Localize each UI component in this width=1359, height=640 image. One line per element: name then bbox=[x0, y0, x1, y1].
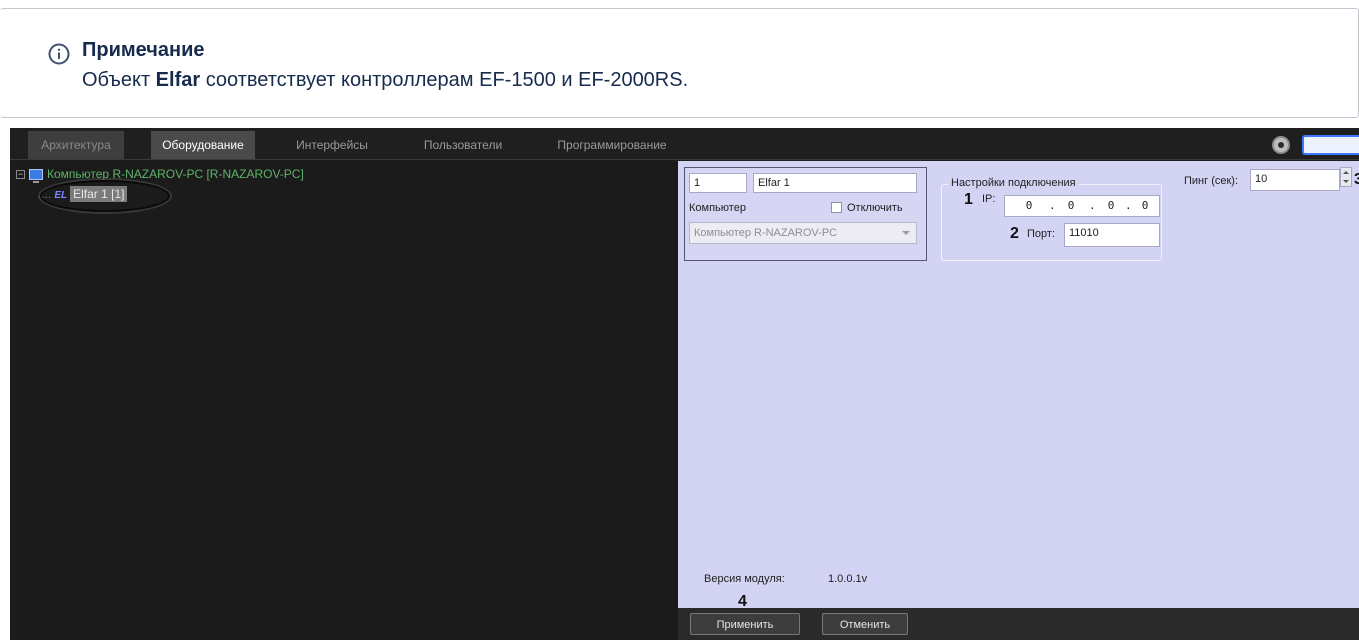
chevron-down-icon bbox=[902, 231, 910, 235]
computer-select[interactable]: Компьютер R-NAZAROV-PC bbox=[689, 222, 917, 244]
info-icon bbox=[48, 43, 70, 65]
settings-panel: 1 Elfar 1 Компьютер Отключить Компьютер … bbox=[678, 161, 1359, 640]
disable-label: Отключить bbox=[847, 202, 903, 214]
tab-interfaces[interactable]: Интерфейсы bbox=[282, 131, 382, 159]
tab-equipment[interactable]: Оборудование bbox=[151, 131, 255, 159]
tab-programming[interactable]: Программирование bbox=[546, 131, 678, 159]
collapse-icon[interactable]: − bbox=[16, 170, 25, 180]
app-window: Архитектура Оборудование Интерфейсы Поль… bbox=[10, 128, 1359, 640]
ip-octet-3[interactable]: 0 bbox=[1101, 199, 1121, 212]
computer-label: Компьютер bbox=[689, 202, 746, 214]
port-field[interactable]: 11010 bbox=[1064, 223, 1160, 247]
ip-dot-2: . bbox=[1089, 199, 1096, 212]
tab-bar: Архитектура Оборудование Интерфейсы Поль… bbox=[10, 128, 1359, 160]
note-text-bold: Elfar bbox=[155, 69, 201, 91]
settings-icon[interactable] bbox=[1272, 136, 1290, 154]
ip-label: IP: bbox=[982, 193, 996, 205]
ip-dot-1: . bbox=[1049, 199, 1056, 212]
ping-stepper[interactable] bbox=[1340, 167, 1352, 187]
tab-users[interactable]: Пользователи bbox=[408, 131, 518, 159]
note-text-suffix: соответствует контроллерам EF-1500 и EF-… bbox=[200, 69, 689, 91]
object-tree: − Компьютер R-NAZAROV-PC [R-NAZAROV-PC] .… bbox=[10, 161, 678, 640]
cancel-button[interactable]: Отменить bbox=[822, 613, 908, 635]
computer-icon bbox=[29, 169, 43, 184]
callout-4: 4 bbox=[738, 593, 747, 610]
object-id-field[interactable]: 1 bbox=[689, 173, 747, 193]
search-input[interactable] bbox=[1302, 135, 1359, 155]
ip-octet-1[interactable]: 0 bbox=[1019, 199, 1039, 212]
ip-octet-2[interactable]: 0 bbox=[1061, 199, 1081, 212]
disable-checkbox[interactable] bbox=[831, 202, 842, 213]
note-box: Примечание Объект Elfar соответствует ко… bbox=[0, 8, 1359, 118]
callout-3: 3 bbox=[1354, 171, 1359, 188]
note-title: Примечание bbox=[82, 39, 205, 61]
callout-2: 2 bbox=[1010, 225, 1019, 242]
version-value: 1.0.0.1v bbox=[828, 573, 868, 585]
highlight-ellipse bbox=[40, 180, 170, 212]
ip-octet-4[interactable]: 0 bbox=[1135, 199, 1155, 212]
version-label: Версия модуля: bbox=[704, 573, 785, 585]
ping-field[interactable]: 10 bbox=[1250, 169, 1340, 191]
computer-select-value: Компьютер R-NAZAROV-PC bbox=[694, 227, 838, 239]
object-group: 1 Elfar 1 Компьютер Отключить Компьютер … bbox=[684, 167, 927, 261]
note-text-prefix: Объект bbox=[82, 69, 156, 91]
tree-item-computer[interactable]: − Компьютер R-NAZAROV-PC [R-NAZAROV-PC] bbox=[16, 167, 304, 184]
tab-architecture[interactable]: Архитектура bbox=[28, 131, 124, 159]
port-label: Порт: bbox=[1027, 228, 1055, 240]
ping-label: Пинг (сек): bbox=[1184, 175, 1239, 187]
ip-address-field[interactable]: 0 . 0 . 0 . 0 bbox=[1004, 195, 1160, 217]
ip-dot-3: . bbox=[1125, 199, 1132, 212]
note-text: Объект Elfar соответствует контроллерам … bbox=[82, 69, 688, 92]
object-name-field[interactable]: Elfar 1 bbox=[753, 173, 917, 193]
connection-settings-title: Настройки подключения bbox=[948, 177, 1079, 189]
apply-button[interactable]: Применить bbox=[690, 613, 800, 635]
callout-1: 1 bbox=[964, 191, 973, 208]
